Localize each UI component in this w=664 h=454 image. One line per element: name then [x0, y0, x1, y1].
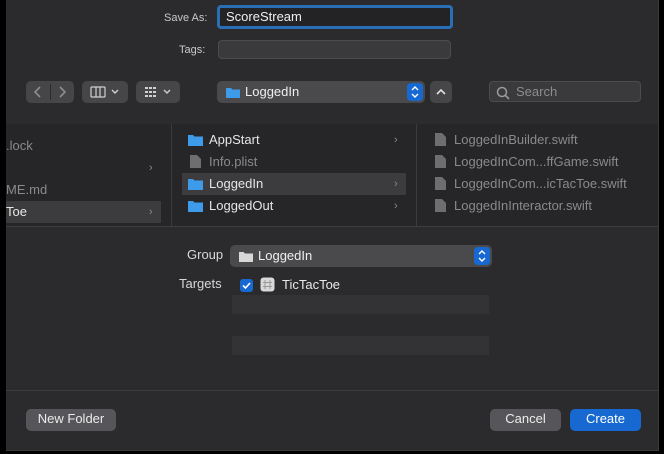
group-popup[interactable]: LoggedIn: [230, 245, 492, 267]
file-icon: [435, 177, 446, 190]
location-label: LoggedIn: [245, 84, 300, 99]
column-browser: .lock › ME.md Toe › AppStart › Info.plist…: [6, 124, 658, 226]
targets-label: Targets: [179, 276, 222, 291]
group-label: Group: [187, 247, 224, 262]
folder-icon: [188, 135, 203, 146]
list-item[interactable]: LoggedOut ›: [182, 195, 406, 217]
view-mode-button[interactable]: [82, 81, 128, 103]
grid-icon: [145, 87, 171, 97]
chevron-right-icon: ›: [149, 162, 153, 174]
file-icon: [190, 155, 201, 168]
browser-column-2: AppStart › Info.plist LoggedIn › LoggedO…: [172, 124, 416, 226]
save-dialog: Save As: ScoreStream Tags: LoggedIn Sear…: [6, 0, 659, 451]
folder-icon: [188, 201, 203, 212]
chevron-right-icon: [59, 86, 67, 98]
list-item-selected[interactable]: LoggedIn ›: [182, 173, 406, 195]
tags-field[interactable]: [218, 40, 451, 59]
target-row-empty: [232, 336, 489, 355]
save-as-field[interactable]: ScoreStream: [217, 5, 453, 29]
divider: [6, 226, 658, 227]
forward-button[interactable]: [50, 81, 74, 103]
save-as-value: ScoreStream: [226, 9, 302, 24]
chevron-left-icon: [33, 86, 41, 98]
list-item[interactable]: AppStart ›: [182, 129, 406, 151]
list-item[interactable]: LoggedInCom...icTacToe.swift: [435, 173, 655, 195]
group-mode-button[interactable]: [136, 81, 180, 103]
folder-icon: [226, 88, 240, 98]
list-item[interactable]: ME.md: [6, 179, 161, 201]
cancel-button[interactable]: Cancel: [490, 409, 561, 431]
folder-icon: [239, 252, 253, 262]
new-folder-button[interactable]: New Folder: [26, 409, 116, 431]
back-forward-control: [26, 81, 74, 103]
target-name: TicTacToe: [282, 277, 341, 292]
back-button[interactable]: [26, 81, 50, 103]
folder-icon: [188, 179, 203, 190]
popup-arrows-icon: [474, 247, 490, 265]
search-field[interactable]: Search: [489, 81, 641, 102]
list-item[interactable]: LoggedInBuilder.swift: [435, 129, 655, 151]
target-checkbox[interactable]: [240, 279, 253, 292]
chevron-right-icon: ›: [394, 178, 398, 190]
group-value: LoggedIn: [258, 248, 313, 263]
list-item[interactable]: Info.plist: [182, 151, 406, 173]
browser-column-3: LoggedInBuilder.swift LoggedInCom...ffGa…: [417, 124, 658, 226]
search-placeholder: Search: [516, 84, 558, 99]
divider: [6, 390, 658, 391]
chevron-right-icon: ›: [149, 206, 153, 218]
save-as-label: Save As:: [164, 12, 208, 24]
list-item[interactable]: ›: [6, 157, 161, 179]
target-row-empty: [232, 295, 489, 314]
list-item[interactable]: .lock: [6, 135, 161, 157]
file-icon: [435, 199, 446, 212]
chevron-right-icon: ›: [394, 134, 398, 146]
app-target-icon: [260, 277, 275, 292]
file-icon: [435, 155, 446, 168]
chevron-up-icon: [436, 88, 446, 95]
create-button[interactable]: Create: [570, 409, 641, 431]
chevron-right-icon: ›: [394, 200, 398, 212]
columns-view-icon: [90, 86, 119, 98]
file-icon: [435, 133, 446, 146]
browser-column-1: .lock › ME.md Toe ›: [6, 124, 166, 226]
tags-label: Tags:: [179, 44, 206, 56]
popup-arrows-icon: [407, 83, 423, 101]
collapse-button[interactable]: [430, 81, 452, 103]
list-item[interactable]: LoggedInCom...ffGame.swift: [435, 151, 655, 173]
checkmark-icon: [242, 282, 251, 290]
location-popup[interactable]: LoggedIn: [217, 81, 425, 103]
search-icon: [496, 86, 510, 100]
list-item-selected[interactable]: Toe ›: [6, 201, 161, 223]
list-item[interactable]: LoggedInInteractor.swift: [435, 195, 655, 217]
